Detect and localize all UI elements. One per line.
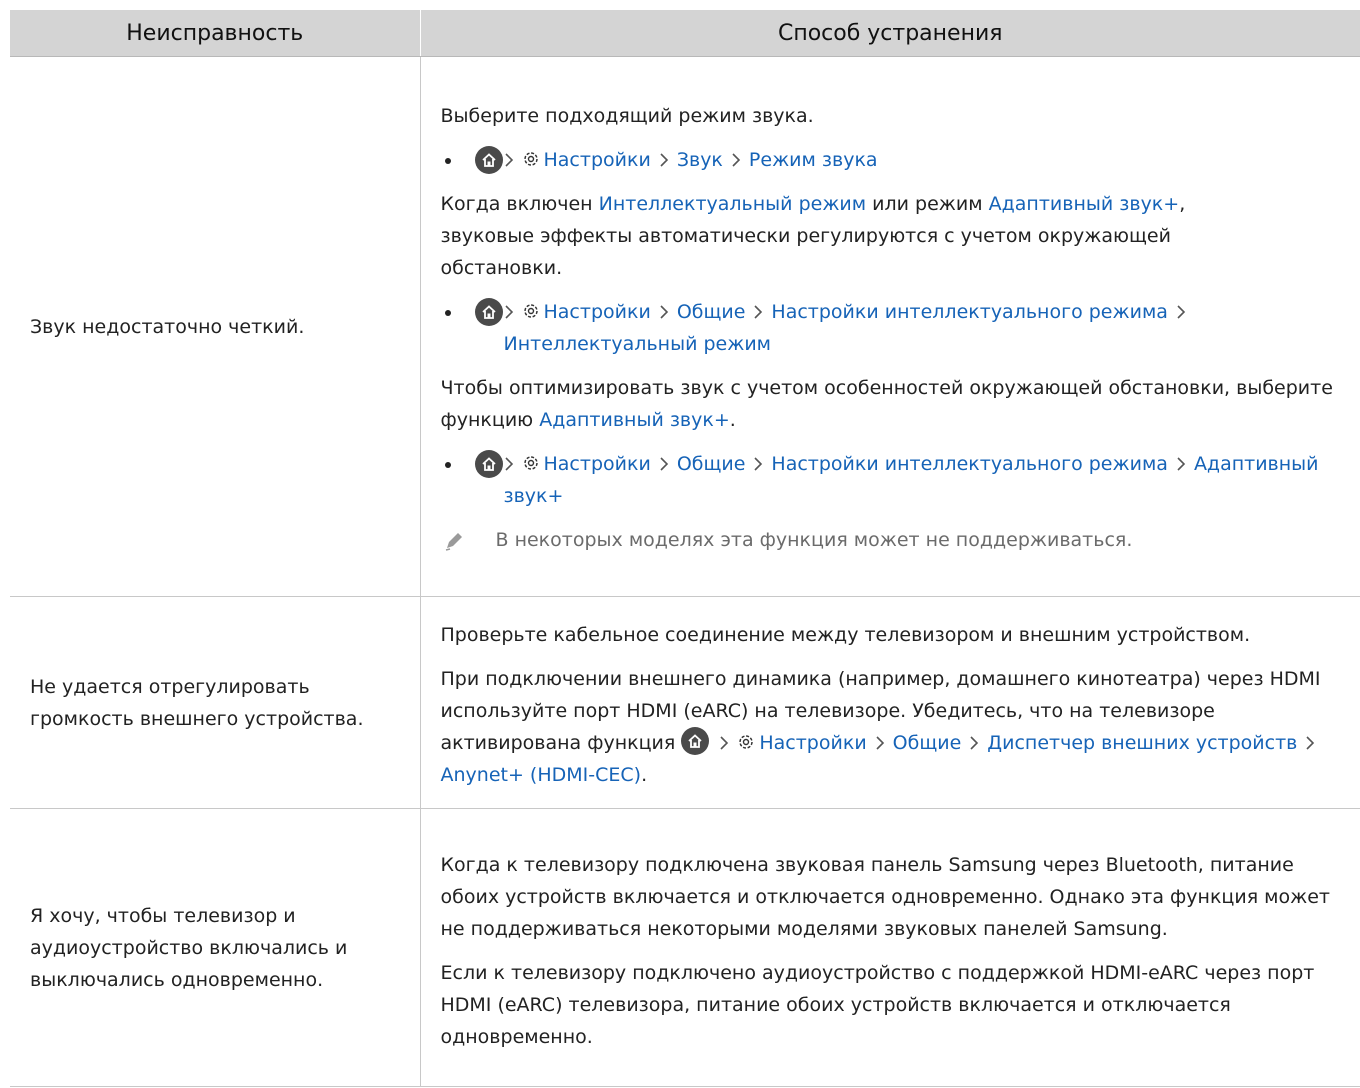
solution-text: Когда включен Интеллектуальный режим или… (441, 188, 1261, 284)
menu-path: Настройки Общие Настройки интеллектуальног… (441, 448, 1360, 512)
link-general[interactable]: Общие (677, 453, 746, 475)
home-icon (474, 297, 503, 326)
table-row: Я хочу, чтобы телевизор и аудиоустройств… (10, 808, 1360, 1087)
solution-cell: Выберите подходящий режим звука. Настрой… (420, 56, 1360, 597)
solution-text: Если к телевизору подключено аудиоустрой… (440, 961, 1315, 1048)
link-settings[interactable]: Настройки (544, 453, 651, 475)
link-sound-mode[interactable]: Режим звука (749, 149, 878, 171)
chevron-right-icon (660, 152, 668, 167)
header-problem: Неисправность (10, 10, 421, 57)
chevron-right-icon (504, 456, 513, 471)
chevron-right-icon (732, 152, 741, 167)
bullet-icon (444, 309, 451, 316)
link-settings[interactable]: Настройки (544, 301, 651, 323)
problem-cell: Я хочу, чтобы телевизор и аудиоустройств… (10, 808, 421, 1087)
home-icon (681, 726, 710, 755)
bullet-icon (444, 157, 451, 164)
troubleshooting-table: Неисправность Способ устранения Звук нед… (10, 10, 1360, 1087)
chevron-right-icon (720, 735, 729, 750)
chevron-right-icon (754, 304, 763, 319)
solution-cell: Проверьте кабельное соединение между тел… (420, 596, 1360, 809)
text-fragment: или режим (866, 192, 989, 215)
problem-cell: Не удается отрегулировать громкость внеш… (10, 596, 421, 809)
chevron-right-icon (1177, 304, 1186, 319)
link-intelligent-settings[interactable]: Настройки интеллектуального режима (771, 301, 1168, 323)
link-general[interactable]: Общие (677, 301, 746, 323)
solution-text: Выберите подходящий режим звука. (440, 104, 814, 127)
pencil-icon (445, 532, 462, 551)
gear-icon (523, 303, 538, 318)
link-adaptive-sound[interactable]: Адаптивный звук+ (989, 193, 1180, 215)
link-settings[interactable]: Настройки (759, 732, 866, 754)
home-icon (474, 449, 503, 478)
problem-cell: Звук недостаточно четкий. (10, 56, 421, 597)
header-solution: Способ устранения (420, 10, 1360, 57)
table-row: Не удается отрегулировать громкость внеш… (10, 596, 1360, 809)
menu-path: Настройки Общие Настройки интеллектуальног… (441, 296, 1360, 360)
link-settings[interactable]: Настройки (544, 149, 651, 171)
gear-icon (523, 151, 538, 166)
table-header-row: Неисправность Способ устранения (10, 10, 1360, 57)
solution-text: Проверьте кабельное соединение между тел… (440, 623, 1251, 646)
gear-icon (739, 734, 754, 749)
link-device-manager[interactable]: Диспетчер внешних устройств (987, 732, 1297, 754)
chevron-right-icon (876, 735, 884, 750)
home-icon (474, 145, 503, 174)
bullet-icon (444, 461, 451, 468)
chevron-right-icon (504, 304, 513, 319)
solution-text: При подключении внешнего динамика (напри… (441, 663, 1360, 791)
chevron-right-icon (1306, 735, 1315, 750)
chevron-right-icon (1177, 456, 1186, 471)
menu-path: Настройки Звук Режим звука (441, 144, 1360, 176)
link-intelligent-settings[interactable]: Настройки интеллектуального режима (771, 453, 1168, 475)
table-row: Звук недостаточно четкий. Выберите подхо… (10, 56, 1360, 597)
chevron-right-icon (754, 456, 763, 471)
link-intelligent-mode[interactable]: Интеллектуальный режим (599, 193, 867, 215)
solution-text: Чтобы оптимизировать звук с учетом особе… (441, 372, 1360, 436)
chevron-right-icon (970, 735, 979, 750)
gear-icon (523, 455, 538, 470)
text-fragment: Когда включен (440, 192, 599, 215)
chevron-right-icon (504, 152, 513, 167)
link-anynet[interactable]: Anynet+ (HDMI-CEC) (441, 764, 642, 786)
note: В некоторых моделях эта функция может не… (441, 524, 1360, 556)
chevron-right-icon (660, 456, 668, 471)
link-intelligent-mode[interactable]: Интеллектуальный режим (504, 333, 772, 355)
solution-text: Когда к телевизору подключена звуковая п… (440, 853, 1331, 940)
link-general[interactable]: Общие (893, 732, 962, 754)
link-sound[interactable]: Звук (677, 149, 723, 171)
solution-cell: Когда к телевизору подключена звуковая п… (420, 808, 1360, 1087)
chevron-right-icon (660, 304, 668, 319)
text-fragment: . (641, 763, 648, 786)
note-text: В некоторых моделях эта функция может не… (495, 528, 1133, 551)
text-fragment: . (729, 408, 736, 431)
link-adaptive-sound[interactable]: Адаптивный звук+ (539, 409, 730, 431)
